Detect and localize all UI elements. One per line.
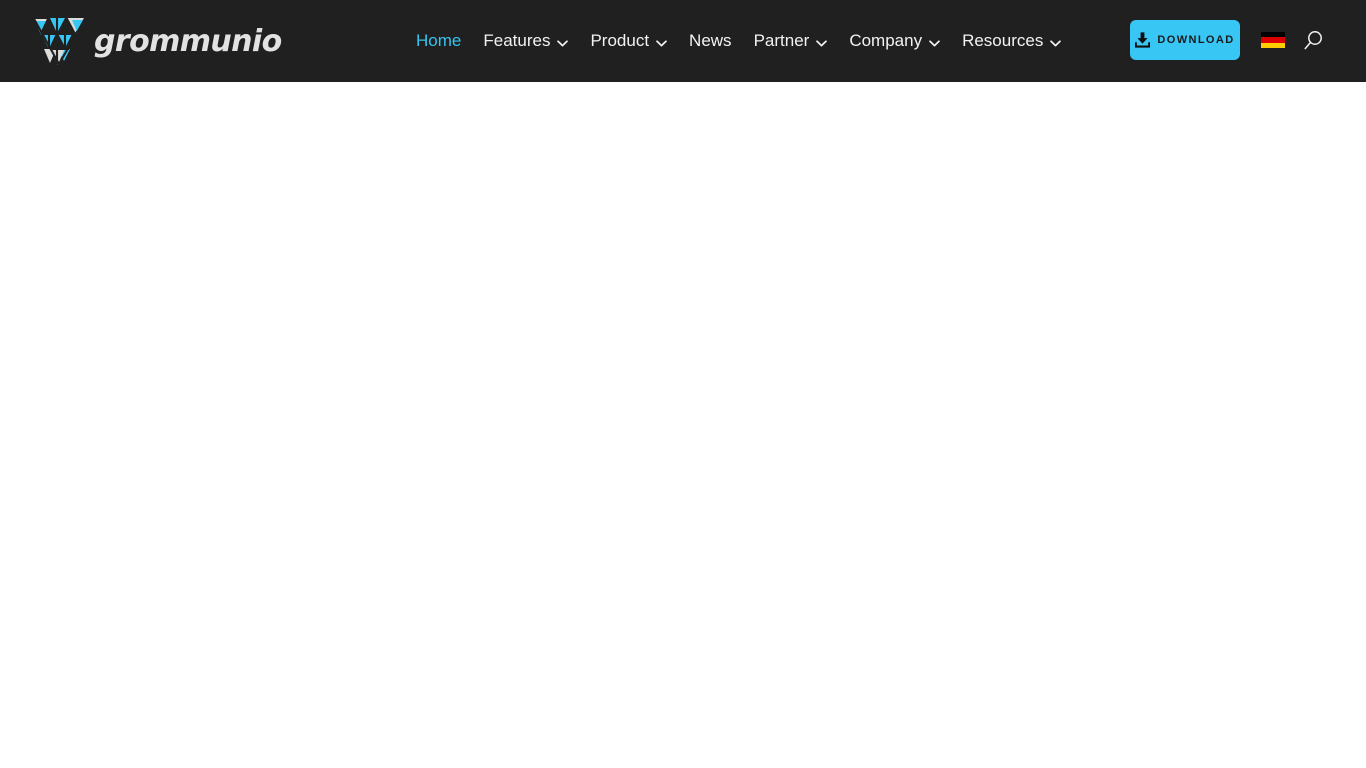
nav-item-home[interactable]: Home <box>416 31 461 51</box>
nav-item-company[interactable]: Company <box>849 31 940 51</box>
german-flag-icon[interactable] <box>1261 32 1285 48</box>
nav-item-partner[interactable]: Partner <box>754 31 828 51</box>
nav-label-home: Home <box>416 31 462 50</box>
chevron-down-icon <box>929 39 940 47</box>
nav-item-resources[interactable]: Resources <box>962 31 1062 51</box>
chevron-down-icon <box>816 39 828 47</box>
site-header: grommunio Home Features Product News Par… <box>0 0 1366 82</box>
primary-navigation: Home Features Product News Partner Compa… <box>416 0 1062 82</box>
download-button-label: DOWNLOAD <box>1157 33 1235 46</box>
chevron-down-icon <box>557 39 569 47</box>
nav-label-product: Product <box>590 31 650 50</box>
search-icon[interactable] <box>1303 30 1323 51</box>
nav-label-partner: Partner <box>753 31 810 50</box>
brand-logo-link[interactable]: grommunio <box>32 15 282 67</box>
nav-item-product[interactable]: Product <box>590 31 667 51</box>
flag-stripe-gold <box>1261 42 1285 48</box>
nav-item-news[interactable]: News <box>689 31 732 51</box>
chevron-down-icon <box>656 39 667 47</box>
chevron-down-icon <box>1050 39 1062 47</box>
download-icon <box>1135 32 1157 48</box>
brand-wordmark: grommunio <box>94 24 282 59</box>
nav-label-resources: Resources <box>962 31 1044 50</box>
grommunio-triangle-logo-icon <box>32 16 88 66</box>
nav-label-company: Company <box>849 31 923 50</box>
download-button[interactable]: DOWNLOAD <box>1130 20 1240 60</box>
nav-label-features: Features <box>483 31 551 50</box>
nav-label-news: News <box>689 31 732 50</box>
page-content-area <box>0 82 1366 768</box>
nav-item-features[interactable]: Features <box>483 31 569 51</box>
